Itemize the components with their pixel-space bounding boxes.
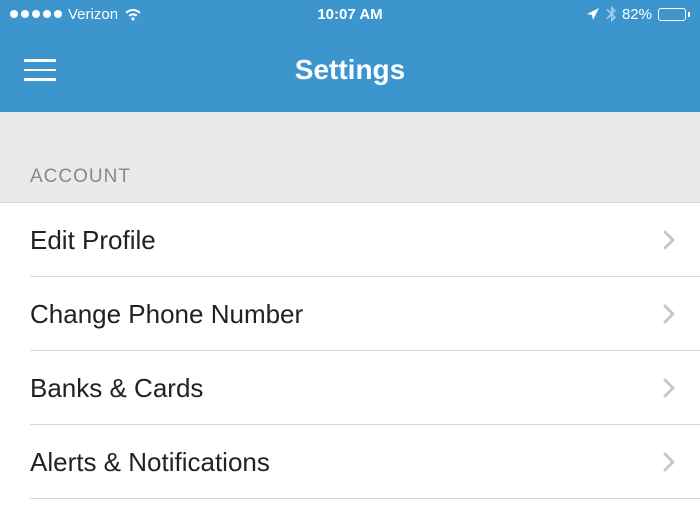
signal-strength-icon (10, 10, 62, 18)
battery-percent: 82% (622, 6, 652, 23)
clock: 10:07 AM (317, 6, 382, 23)
chevron-right-icon (662, 450, 676, 474)
section-header-account: ACCOUNT (0, 112, 700, 203)
nav-bar: Settings (0, 28, 700, 112)
status-bar: Verizon 10:07 AM 82% (0, 0, 700, 28)
list-item-label: Banks & Cards (30, 373, 203, 404)
status-left: Verizon (10, 6, 142, 23)
list-item-alerts-notifications[interactable]: Alerts & Notifications (0, 425, 700, 499)
chevron-right-icon (662, 228, 676, 252)
list-item-label: Edit Profile (30, 225, 156, 256)
battery-icon (658, 8, 690, 21)
list-item-banks-cards[interactable]: Banks & Cards (0, 351, 700, 425)
chevron-right-icon (662, 302, 676, 326)
wifi-icon (124, 8, 142, 21)
bluetooth-icon (606, 6, 616, 22)
location-icon (586, 7, 600, 21)
list-item-label: Alerts & Notifications (30, 447, 270, 478)
page-title: Settings (295, 54, 405, 86)
list-item-label: Change Phone Number (30, 299, 303, 330)
chevron-right-icon (662, 376, 676, 400)
settings-list: Edit Profile Change Phone Number Banks &… (0, 203, 700, 499)
list-item-edit-profile[interactable]: Edit Profile (0, 203, 700, 277)
list-item-change-phone-number[interactable]: Change Phone Number (0, 277, 700, 351)
carrier-label: Verizon (68, 6, 118, 23)
status-right: 82% (586, 6, 690, 23)
menu-button[interactable] (24, 59, 56, 81)
